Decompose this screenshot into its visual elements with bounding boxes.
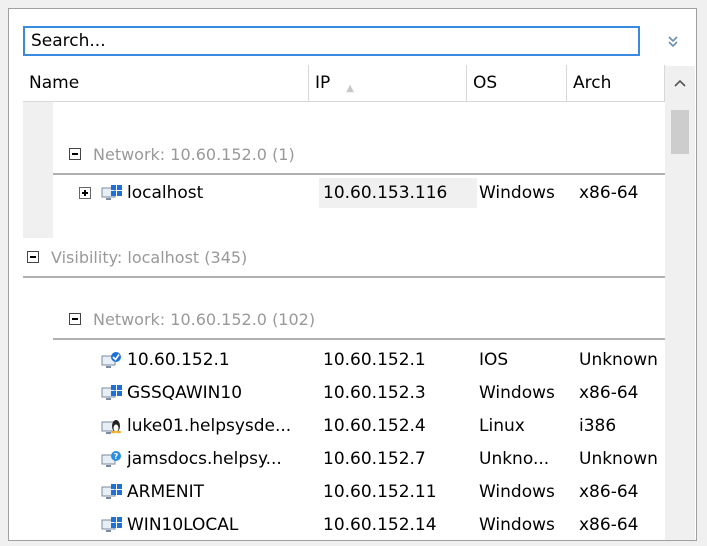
device-name: localhost xyxy=(127,183,204,203)
column-header-arch[interactable]: Arch xyxy=(567,65,665,101)
device-arch: x86-64 xyxy=(579,183,639,203)
group-visibility-label: Visibility: localhost (345) xyxy=(51,248,248,267)
column-header-os[interactable]: OS xyxy=(467,65,567,101)
expand-toggle[interactable] xyxy=(79,187,91,199)
group-divider xyxy=(53,338,665,340)
group-network-main: Network: 10.60.152.0 (102) xyxy=(53,300,665,340)
column-header-arch-label: Arch xyxy=(573,73,612,93)
column-header-ip[interactable]: IP ▲ xyxy=(309,65,467,101)
collapse-toggle[interactable] xyxy=(69,148,81,160)
group-divider xyxy=(53,173,665,175)
device-ip: 10.60.152.3 xyxy=(323,383,426,403)
device-arch: x86-64 xyxy=(579,383,639,403)
device-os: Windows xyxy=(479,183,555,203)
device-ip: 10.60.152.14 xyxy=(323,515,437,535)
device-ip: 10.60.152.1 xyxy=(323,350,426,370)
group-network-top-label: Network: 10.60.152.0 (1) xyxy=(93,145,295,164)
collapse-toggle[interactable] xyxy=(69,313,81,325)
column-header-row: Name IP ▲ OS Arch xyxy=(23,65,694,102)
device-ip: 10.60.153.116 xyxy=(323,183,448,203)
collapse-toggle[interactable] xyxy=(27,251,39,263)
sort-ascending-icon: ▲ xyxy=(346,83,354,94)
device-name: luke01.helpsysde... xyxy=(127,416,292,436)
column-header-name-label: Name xyxy=(29,73,80,93)
device-row[interactable]: ARMENIT 10.60.152.11 Windows x86-64 xyxy=(23,476,665,508)
device-row[interactable]: GSSQAWIN10 10.60.152.3 Windows x86-64 xyxy=(23,377,665,409)
device-ip: 10.60.152.4 xyxy=(323,416,426,436)
device-row[interactable]: luke01.helpsysde... 10.60.152.4 Linux i3… xyxy=(23,410,665,442)
double-chevron-down-icon xyxy=(668,36,678,48)
device-arch: Unknown xyxy=(579,449,658,469)
scroll-thumb[interactable] xyxy=(671,110,689,154)
device-ip: 10.60.152.7 xyxy=(323,449,426,469)
group-divider xyxy=(23,276,665,278)
cisco-device-icon xyxy=(101,352,121,368)
device-name: 10.60.152.1 xyxy=(127,350,230,370)
column-header-ip-label: IP xyxy=(315,73,331,93)
device-os: Linux xyxy=(479,416,525,436)
device-row[interactable]: 10.60.152.1 10.60.152.1 IOS Unknown xyxy=(23,344,665,376)
unknown-computer-icon: ? xyxy=(101,451,121,467)
scroll-up-button[interactable] xyxy=(665,66,695,100)
chevron-up-icon xyxy=(674,79,686,87)
device-row[interactable]: WIN10LOCAL 10.60.152.14 Windows x86-64 xyxy=(23,509,665,540)
device-os: IOS xyxy=(479,350,509,370)
vertical-scrollbar[interactable] xyxy=(665,66,695,540)
device-os: Windows xyxy=(479,515,555,535)
group-network-top: Network: 10.60.152.0 (1) xyxy=(53,135,665,175)
device-ip: 10.60.152.11 xyxy=(323,482,437,502)
device-name: GSSQAWIN10 xyxy=(127,383,243,403)
windows-computer-icon xyxy=(101,517,122,532)
device-os: Unkno... xyxy=(479,449,550,469)
device-panel: Name IP ▲ OS Arch Network: 10.60.152.0 (1… xyxy=(8,8,697,541)
column-header-os-label: OS xyxy=(473,73,498,93)
device-os: Windows xyxy=(479,383,555,403)
expand-filters-button[interactable] xyxy=(661,29,685,53)
column-header-name[interactable]: Name xyxy=(23,65,309,101)
indent-gutter xyxy=(23,102,53,238)
windows-computer-icon xyxy=(101,484,122,499)
device-arch: Unknown xyxy=(579,350,658,370)
windows-computer-icon xyxy=(101,385,122,400)
device-os: Windows xyxy=(479,482,555,502)
device-row-localhost[interactable]: localhost 10.60.153.116 Windows x86-64 xyxy=(23,177,665,209)
device-name: jamsdocs.helpsy... xyxy=(127,449,282,469)
device-name: WIN10LOCAL xyxy=(127,515,239,535)
svg-text:?: ? xyxy=(114,452,119,461)
linux-computer-icon xyxy=(101,420,121,434)
device-row[interactable]: ? jamsdocs.helpsy... 10.60.152.7 Unkno..… xyxy=(23,443,665,475)
device-tree: Network: 10.60.152.0 (1) localhost 10.60… xyxy=(23,102,665,540)
search-field[interactable] xyxy=(23,26,640,56)
device-arch: x86-64 xyxy=(579,515,639,535)
device-name: ARMENIT xyxy=(127,482,204,502)
group-network-main-label: Network: 10.60.152.0 (102) xyxy=(93,310,316,329)
group-visibility: Visibility: localhost (345) xyxy=(23,238,665,278)
windows-computer-icon xyxy=(101,185,122,200)
device-arch: i386 xyxy=(579,416,617,436)
search-input[interactable] xyxy=(25,28,638,54)
device-arch: x86-64 xyxy=(579,482,639,502)
